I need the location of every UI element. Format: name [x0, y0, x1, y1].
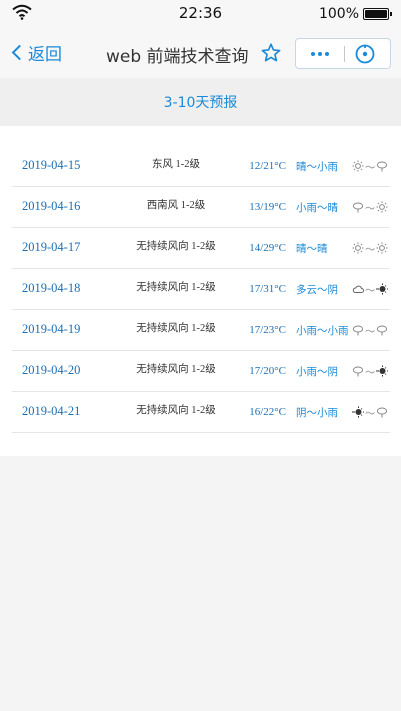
more-button[interactable]: [296, 39, 343, 68]
forecast-icons: ～: [352, 363, 388, 379]
forecast-wind: 无持续风向 1-2级: [136, 282, 216, 293]
forecast-date: 2019-04-15: [22, 158, 81, 172]
overcast-icon: [352, 406, 364, 418]
more-dot: [310, 51, 315, 56]
forecast-wind: 西南风 1-2级: [146, 200, 206, 211]
forecast-weather: 晴～小雨: [296, 161, 338, 173]
forecast-row: 2019-04-17 无持续风向 1-2级 14/29°C 晴～晴 ～: [12, 228, 390, 269]
tilde-separator: ～: [365, 367, 375, 379]
forecast-temperature: 17/31°C: [249, 283, 286, 295]
forecast-header: 3-10天预报: [0, 78, 401, 126]
forecast-icons: ～: [352, 158, 388, 174]
forecast-weather: 晴～晴: [296, 243, 328, 255]
forecast-list: 2019-04-15 东风 1-2级 12/21°C 晴～小雨 ～ 2019-04-16 西…: [0, 126, 401, 456]
forecast-weather: 阴～小雨: [296, 407, 338, 419]
cloudy-icon: [352, 283, 364, 295]
forecast-date: 2019-04-20: [22, 363, 81, 377]
forecast-date: 2019-04-18: [22, 281, 81, 295]
battery-icon: [363, 8, 392, 20]
forecast-row: 2019-04-21 无持续风向 1-2级 16/22°C 阴～小雨 ～: [12, 392, 390, 433]
forecast-date: 2019-04-17: [22, 240, 81, 254]
tilde-separator: ～: [365, 285, 375, 297]
close-icon[interactable]: [354, 43, 376, 65]
forecast-icons: ～: [352, 404, 388, 420]
more-dot: [324, 51, 329, 56]
forecast-icons: ～: [352, 240, 388, 256]
overcast-icon: [376, 283, 388, 295]
tilde-separator: ～: [365, 203, 375, 215]
forecast-weather: 多云～阴: [296, 284, 338, 296]
chevron-left-icon: [11, 44, 28, 61]
forecast-wind: 东风 1-2级: [151, 159, 201, 170]
rain-icon: [352, 201, 364, 213]
forecast-wind: 无持续风向 1-2级: [136, 405, 216, 416]
star-icon[interactable]: [260, 42, 282, 64]
rain-icon: [352, 365, 364, 377]
forecast-icons: ～: [352, 322, 388, 338]
forecast-wind: 无持续风向 1-2级: [136, 323, 216, 334]
back-label: 返回: [28, 44, 62, 65]
forecast-icons: ～: [352, 199, 388, 215]
forecast-weather: 小雨～晴: [296, 202, 338, 214]
rain-icon: [376, 406, 388, 418]
page-title: web 前端技术查询: [106, 47, 249, 67]
forecast-temperature: 14/29°C: [249, 242, 286, 254]
sun-icon: [352, 160, 364, 172]
tilde-separator: ～: [365, 326, 375, 338]
rain-icon: [352, 324, 364, 336]
forecast-row: 2019-04-18 无持续风向 1-2级 17/31°C 多云～阴 ～: [12, 269, 390, 310]
battery-percent: 100%: [318, 6, 359, 22]
forecast-temperature: 16/22°C: [249, 406, 286, 418]
capsule-divider: [344, 46, 345, 62]
back-button[interactable]: 返回: [11, 40, 62, 65]
forecast-temperature: 17/20°C: [249, 365, 286, 377]
forecast-date: 2019-04-21: [22, 404, 81, 418]
tilde-separator: ～: [365, 408, 375, 420]
forecast-date: 2019-04-19: [22, 322, 81, 336]
sun-icon: [376, 201, 388, 213]
forecast-weather: 小雨～小雨: [296, 325, 349, 337]
menu-capsule: [295, 38, 391, 69]
forecast-temperature: 13/19°C: [249, 201, 286, 213]
forecast-icons: ～: [352, 281, 388, 297]
forecast-row: 2019-04-15 东风 1-2级 12/21°C 晴～小雨 ～: [12, 146, 390, 187]
sun-icon: [376, 242, 388, 254]
tilde-separator: ～: [365, 244, 375, 256]
status-bar: 22:36 100%: [0, 0, 401, 28]
tilde-separator: ～: [365, 162, 375, 174]
rain-icon: [376, 324, 388, 336]
forecast-row: 2019-04-19 无持续风向 1-2级 17/23°C 小雨～小雨 ～: [12, 310, 390, 351]
forecast-row: 2019-04-16 西南风 1-2级 13/19°C 小雨～晴 ～: [12, 187, 390, 228]
forecast-wind: 无持续风向 1-2级: [136, 364, 216, 375]
sun-icon: [352, 242, 364, 254]
overcast-icon: [376, 365, 388, 377]
more-dot: [317, 51, 322, 56]
forecast-title: 3-10天预报: [163, 95, 238, 111]
forecast-row: 2019-04-20 无持续风向 1-2级 17/20°C 小雨～阴 ～: [12, 351, 390, 392]
forecast-date: 2019-04-16: [22, 199, 81, 213]
forecast-wind: 无持续风向 1-2级: [136, 241, 216, 252]
rain-icon: [376, 160, 388, 172]
forecast-temperature: 17/23°C: [249, 324, 286, 336]
forecast-temperature: 12/21°C: [249, 160, 286, 172]
nav-bar: 返回 web 前端技术查询: [0, 28, 401, 78]
forecast-weather: 小雨～阴: [296, 366, 338, 378]
